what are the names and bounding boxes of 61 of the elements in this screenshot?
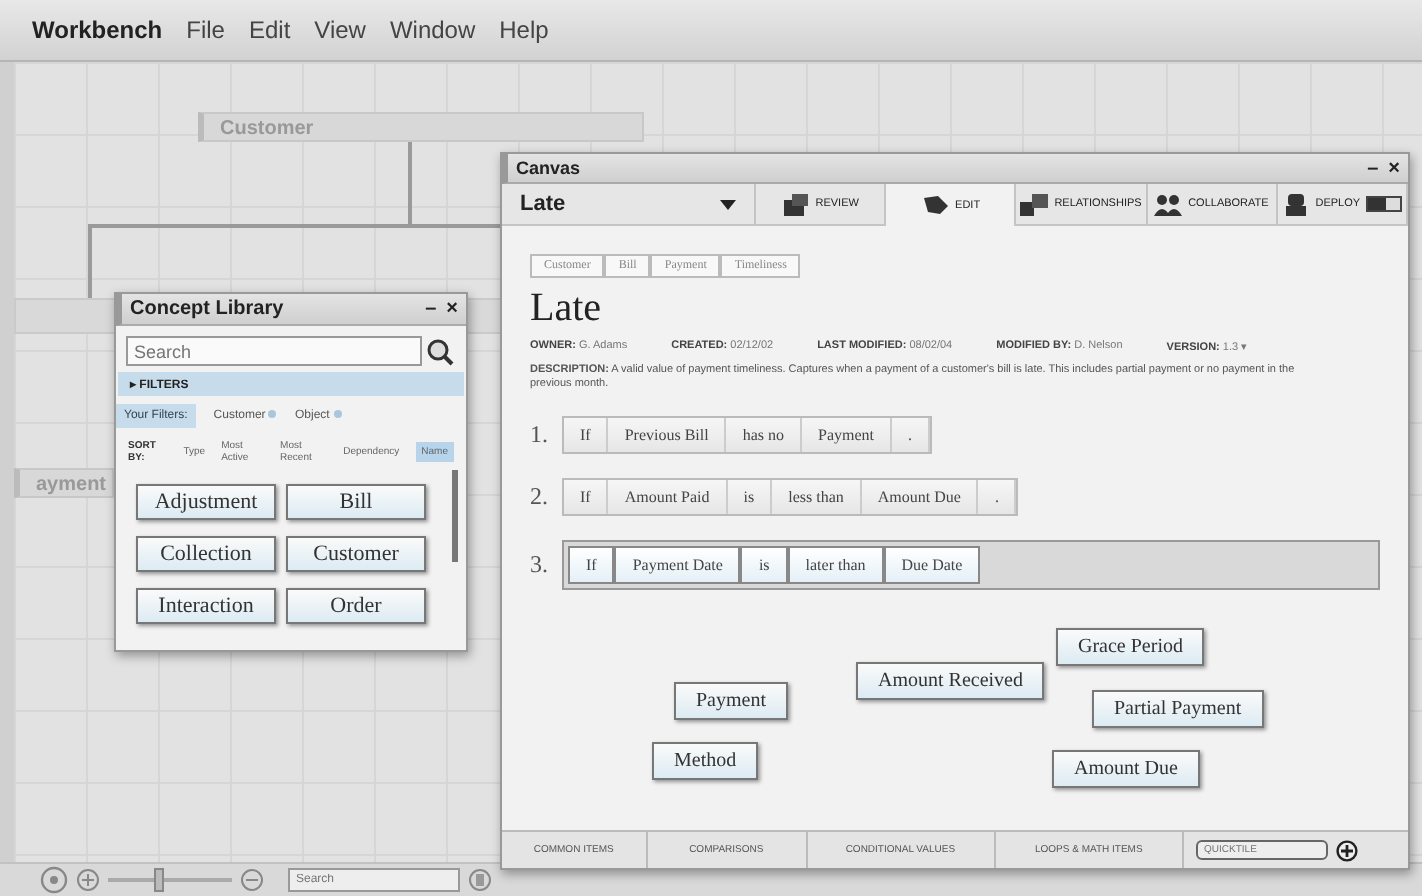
concept-tile[interactable]: Interaction	[136, 588, 276, 624]
rule-token[interactable]: Due Date	[883, 546, 981, 585]
concept-tile[interactable]: Grace Period	[1056, 628, 1205, 666]
concept-tile[interactable]: Method	[652, 742, 759, 780]
app-name: Workbench	[32, 16, 163, 44]
rule-token[interactable]: Payment Date	[614, 546, 741, 585]
people-icon	[1154, 193, 1183, 215]
concept-tile[interactable]: Amount Due	[1052, 750, 1200, 788]
rule-token[interactable]: later than	[787, 546, 884, 585]
rule-token[interactable]: If	[564, 480, 609, 515]
tag-icon	[921, 194, 950, 216]
concept-tile[interactable]: Order	[286, 588, 426, 624]
linked-pages-icon	[1020, 193, 1049, 215]
rule-number: 2.	[530, 482, 550, 513]
concept-tile[interactable]: Adjustment	[136, 484, 276, 520]
minimize-button[interactable]: –	[425, 298, 437, 320]
rule-row[interactable]: If Previous Bill has no Payment .	[562, 416, 933, 455]
concept-tile[interactable]: Payment	[674, 682, 788, 720]
rule-token[interactable]: less than	[772, 480, 862, 515]
concept-heading: Late	[530, 286, 604, 332]
scrollbar[interactable]	[452, 470, 458, 562]
menu-item[interactable]: Window	[389, 16, 476, 44]
search-field[interactable]: Search	[126, 336, 422, 366]
caret-icon	[720, 199, 736, 209]
rule-number: 3.	[530, 550, 550, 581]
menu-item[interactable]: View	[314, 16, 366, 44]
concept-tile[interactable]: Bill	[286, 484, 426, 520]
rule-token[interactable]: is	[740, 546, 788, 585]
pin-icon[interactable]	[468, 868, 492, 892]
concept-tile[interactable]: Partial Payment	[1092, 690, 1264, 728]
rule-token[interactable]: has no	[726, 418, 803, 453]
zoom-out-icon[interactable]	[240, 868, 264, 892]
minimize-button[interactable]: –	[1367, 157, 1379, 179]
concept-tile[interactable]: Customer	[286, 536, 426, 572]
menu-item[interactable]: Help	[499, 16, 549, 44]
rule-token[interactable]: If	[568, 546, 615, 585]
rule-number: 1.	[530, 420, 550, 451]
rule-row[interactable]: If Payment Date is later than Due Date	[562, 540, 1380, 591]
zoom-in-icon[interactable]	[76, 868, 100, 892]
fit-view-icon[interactable]	[40, 866, 68, 894]
close-button[interactable]: ×	[446, 298, 458, 320]
menu-item[interactable]: File	[186, 16, 225, 44]
rule-token[interactable]: .	[978, 480, 1017, 515]
add-icon[interactable]	[1336, 839, 1359, 861]
rule-token[interactable]: If	[564, 418, 609, 453]
rule-token[interactable]: Previous Bill	[608, 418, 727, 453]
window-title: Concept Library	[130, 298, 286, 320]
rule-token[interactable]: Amount Due	[861, 480, 979, 515]
rule-token[interactable]: is	[727, 480, 773, 515]
rule-token[interactable]: .	[892, 418, 931, 453]
rule-token[interactable]: Amount Paid	[608, 480, 728, 515]
menu-item[interactable]: Edit	[248, 16, 291, 44]
window-title: Canvas	[516, 158, 583, 178]
deploy-toggle[interactable]	[1366, 196, 1403, 212]
concept-dropdown[interactable]: Late	[502, 184, 756, 224]
rule-row[interactable]: If Amount Paid is less than Amount Due .	[562, 478, 1019, 517]
rule-token[interactable]: Payment	[802, 418, 893, 453]
search-icon[interactable]	[426, 337, 454, 365]
close-button[interactable]: ×	[1388, 157, 1400, 179]
concept-tile[interactable]: Collection	[136, 536, 276, 572]
concept-tile[interactable]: Amount Received	[856, 662, 1045, 700]
